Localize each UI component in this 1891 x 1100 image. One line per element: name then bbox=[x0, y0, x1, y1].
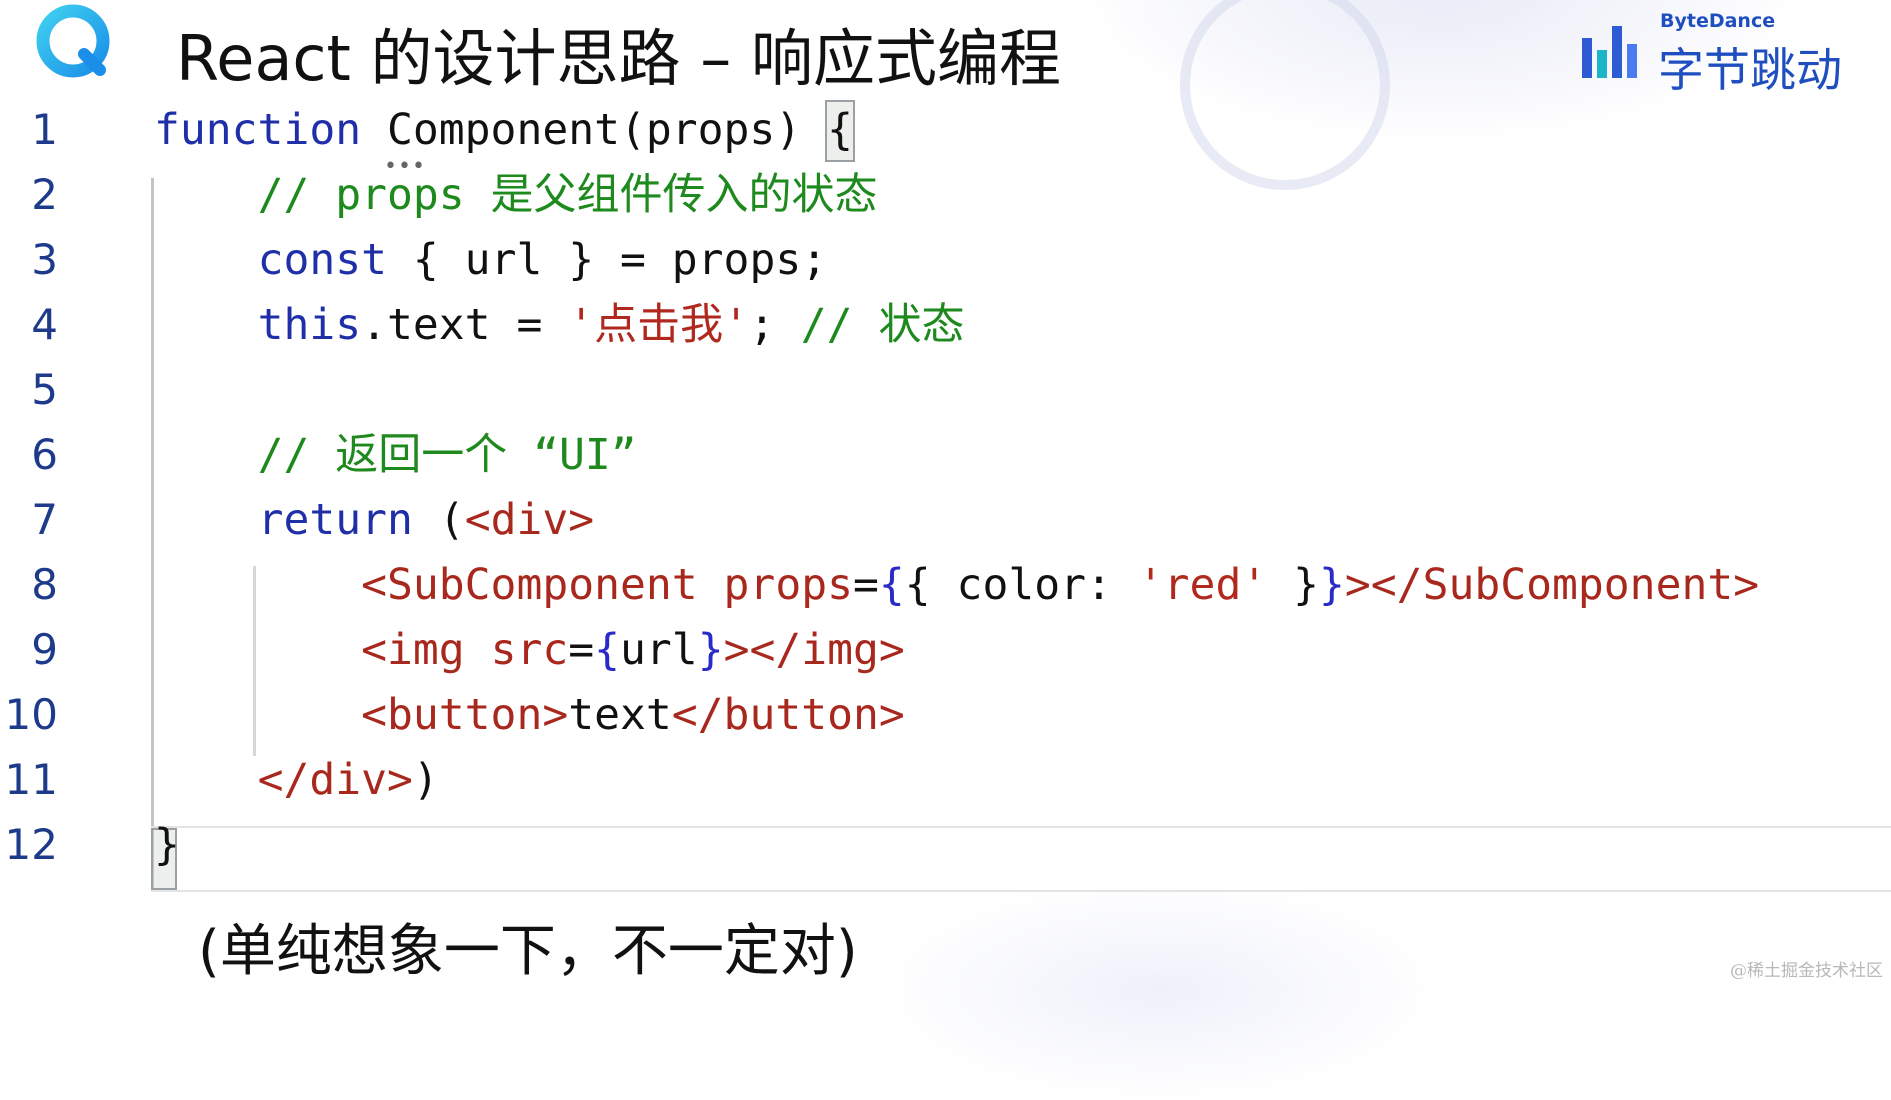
line-number: 3 bbox=[31, 235, 58, 284]
code-text: </div>) bbox=[154, 748, 439, 812]
line-number: 4 bbox=[31, 300, 58, 349]
code-token: .text = bbox=[361, 300, 569, 350]
code-line: 10 <button>text</button> bbox=[0, 683, 1891, 747]
line-number: 7 bbox=[31, 495, 58, 544]
code-text: <SubComponent props={{ color: 'red' }}><… bbox=[154, 553, 1759, 617]
code-token: const bbox=[257, 235, 388, 285]
code-line: 6 // 返回一个 “UI” bbox=[0, 423, 1891, 487]
code-text: // 返回一个 “UI” bbox=[154, 423, 637, 487]
line-number: 6 bbox=[31, 430, 58, 479]
code-line: 2 // props 是父组件传入的状态 bbox=[0, 163, 1891, 227]
code-token: <div> bbox=[464, 495, 595, 545]
code-line: 12} bbox=[0, 813, 1891, 877]
line-number: 5 bbox=[31, 365, 58, 414]
code-text: return (<div> bbox=[154, 488, 595, 552]
code-token: function bbox=[154, 105, 362, 155]
code-token: = bbox=[568, 625, 595, 675]
code-text: } bbox=[154, 813, 180, 877]
code-token: } bbox=[1319, 560, 1345, 610]
code-token: // 状态 bbox=[800, 300, 965, 350]
code-text: this.text = '点击我'; // 状态 bbox=[154, 293, 965, 357]
code-text: const { url } = props; bbox=[154, 228, 828, 292]
code-text: function Component(props) { bbox=[154, 98, 853, 162]
code-token: ) bbox=[412, 755, 439, 805]
code-token: // 返回一个 “UI” bbox=[257, 430, 637, 480]
line-number: 2 bbox=[31, 170, 58, 219]
code-token: ( bbox=[412, 495, 465, 545]
code-token: // props 是父组件传入的状态 bbox=[257, 170, 878, 220]
code-token: <SubComponent bbox=[361, 560, 724, 610]
footnote: (单纯想象一下，不一定对) bbox=[198, 919, 858, 984]
code-token: } bbox=[697, 625, 724, 675]
code-token: } bbox=[154, 820, 180, 870]
code-token: </button> bbox=[671, 690, 905, 740]
code-token: Component(props) bbox=[361, 105, 828, 155]
brand-logo: ByteDance 字节跳动 bbox=[1580, 8, 1880, 97]
line-number: 1 bbox=[31, 105, 58, 154]
code-line: 7 return (<div> bbox=[0, 488, 1891, 552]
code-token: text bbox=[568, 690, 672, 740]
bytedance-bars-icon bbox=[1582, 26, 1637, 78]
code-token: { bbox=[827, 105, 853, 155]
code-token: </div> bbox=[257, 755, 413, 805]
code-text: <button>text</button> bbox=[154, 683, 905, 747]
line-number: 9 bbox=[31, 625, 58, 674]
code-token: 'red' bbox=[1137, 560, 1268, 610]
code-token: this bbox=[257, 300, 362, 350]
watermark: @稀土掘金技术社区 bbox=[1730, 961, 1883, 981]
code-line: 4 this.text = '点击我'; // 状态 bbox=[0, 293, 1891, 357]
page-title: React 的设计思路 – 响应式编程 bbox=[176, 22, 1061, 95]
code-token: props bbox=[723, 560, 853, 610]
code-token: = bbox=[853, 560, 879, 610]
code-token: <img bbox=[361, 625, 491, 675]
code-line: 11 </div>) bbox=[0, 748, 1891, 812]
code-token: { bbox=[878, 560, 905, 610]
code-token: ></img> bbox=[723, 625, 905, 675]
code-line: 3 const { url } = props; bbox=[0, 228, 1891, 292]
brand-name-en: ByteDance bbox=[1660, 10, 1776, 32]
code-line: 8 <SubComponent props={{ color: 'red' }}… bbox=[0, 553, 1891, 617]
line-number: 11 bbox=[4, 755, 58, 804]
code-token: <button> bbox=[361, 690, 569, 740]
code-token: } bbox=[1267, 560, 1320, 610]
code-line: 5 bbox=[0, 358, 1891, 422]
code-token: url bbox=[620, 625, 698, 675]
code-text: <img src={url}></img> bbox=[154, 618, 905, 682]
code-token: { url } = props; bbox=[387, 235, 828, 285]
code-token: { bbox=[594, 625, 621, 675]
code-text: // props 是父组件传入的状态 bbox=[154, 163, 878, 227]
code-token: ; bbox=[749, 300, 801, 350]
code-editor: ••• 1 function Component(props) {2 // pro… bbox=[0, 100, 1891, 898]
code-token: { color: bbox=[904, 560, 1138, 610]
code-token: src bbox=[490, 625, 569, 675]
code-line: 9 <img src={url}></img> bbox=[0, 618, 1891, 682]
code-token: ></SubComponent> bbox=[1344, 560, 1760, 610]
code-line: 1 function Component(props) { bbox=[0, 98, 1891, 162]
line-number: 10 bbox=[4, 690, 58, 739]
line-number: 8 bbox=[31, 560, 58, 609]
app-logo-icon bbox=[36, 4, 114, 82]
background-decoration-bottom bbox=[880, 880, 1440, 1100]
line-number: 12 bbox=[4, 820, 58, 869]
code-token: return bbox=[257, 495, 413, 545]
code-token: '点击我' bbox=[568, 300, 750, 350]
brand-name-cn: 字节跳动 bbox=[1658, 43, 1842, 97]
